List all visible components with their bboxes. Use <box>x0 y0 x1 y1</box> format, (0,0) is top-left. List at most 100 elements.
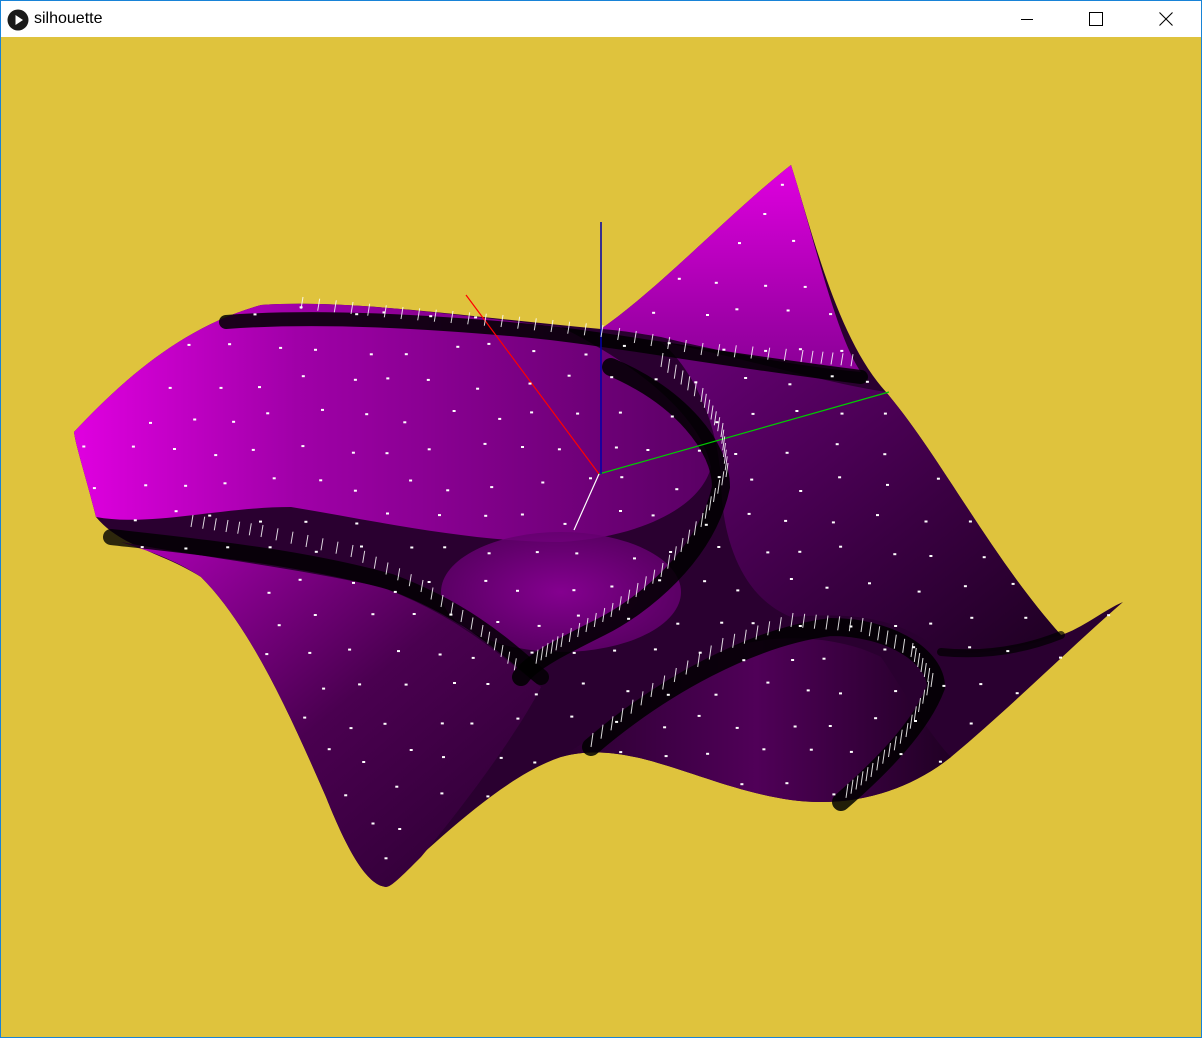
normal-marker <box>427 448 431 451</box>
normal-marker <box>516 589 519 592</box>
normal-marker <box>476 387 480 390</box>
normal-marker <box>426 378 430 381</box>
normal-marker <box>446 489 450 492</box>
normal-marker <box>365 413 369 416</box>
processing-app-icon <box>7 9 29 31</box>
normal-marker <box>496 621 500 623</box>
normal-marker <box>193 418 197 421</box>
app-window: silhouette <box>0 0 1202 1038</box>
normal-marker <box>627 617 631 620</box>
normal-marker <box>942 684 946 687</box>
normal-marker <box>168 386 172 389</box>
normal-marker <box>936 477 940 480</box>
normal-marker <box>610 376 614 379</box>
normal-marker <box>784 519 788 522</box>
normal-marker <box>232 420 236 423</box>
normal-marker <box>786 309 790 312</box>
normal-marker <box>677 277 681 280</box>
normal-marker <box>251 448 255 451</box>
normal-marker <box>438 514 441 517</box>
normal-marker <box>314 348 317 351</box>
normal-marker <box>751 622 755 625</box>
normal-marker <box>883 453 887 456</box>
normal-marker <box>348 648 352 651</box>
normal-marker <box>259 520 262 523</box>
normal-marker <box>780 183 784 186</box>
normal-marker <box>486 683 490 685</box>
surface-render <box>74 165 1123 887</box>
normal-marker <box>717 546 721 548</box>
normal-marker <box>452 410 456 412</box>
normal-marker <box>849 750 853 753</box>
normal-marker <box>618 411 622 414</box>
normal-marker <box>440 722 444 725</box>
normal-marker <box>298 578 302 581</box>
normal-marker <box>344 794 348 797</box>
normal-marker <box>395 785 399 788</box>
normal-marker <box>714 281 718 284</box>
normal-marker <box>385 452 389 455</box>
normal-marker <box>140 546 144 549</box>
normal-marker <box>764 349 768 352</box>
normal-marker <box>474 316 478 319</box>
normal-marker <box>883 412 887 415</box>
normal-marker <box>487 342 491 345</box>
normal-marker <box>750 478 754 481</box>
normal-marker <box>358 683 362 686</box>
minimize-button[interactable] <box>1004 1 1050 37</box>
window-title: silhouette <box>34 10 103 27</box>
normal-marker <box>149 421 152 424</box>
maximize-button[interactable] <box>1073 1 1119 37</box>
normal-marker <box>806 689 810 692</box>
normal-marker <box>267 591 271 594</box>
normal-marker <box>589 477 592 480</box>
normal-marker <box>865 380 869 383</box>
normal-marker <box>133 519 137 522</box>
normal-marker <box>456 345 460 348</box>
close-button[interactable] <box>1143 1 1189 37</box>
normal-marker <box>530 411 534 414</box>
normal-marker <box>82 445 86 448</box>
normal-marker <box>828 725 832 727</box>
normal-marker <box>735 726 739 729</box>
normal-marker <box>355 313 359 316</box>
normal-marker <box>883 648 887 651</box>
normal-marker <box>268 546 272 549</box>
normal-marker <box>321 408 324 411</box>
normal-marker <box>830 375 834 378</box>
normal-marker <box>557 448 561 451</box>
normal-marker <box>327 748 331 751</box>
normal-marker <box>714 693 718 696</box>
normal-marker <box>403 421 407 424</box>
normal-marker <box>938 760 942 763</box>
normal-marker <box>886 483 889 486</box>
normal-marker <box>703 580 707 583</box>
normal-marker <box>653 648 657 651</box>
normal-marker <box>839 692 842 695</box>
normal-marker <box>173 448 176 450</box>
normal-marker <box>308 651 312 654</box>
normal-marker <box>427 581 431 583</box>
normal-marker <box>301 375 305 378</box>
normal-marker <box>369 353 373 356</box>
normal-marker <box>353 489 357 492</box>
normal-marker <box>362 761 366 763</box>
normal-marker <box>1024 616 1028 619</box>
normal-marker <box>789 578 793 580</box>
normal-marker <box>453 682 456 684</box>
normal-marker <box>534 693 538 696</box>
title-bar[interactable]: silhouette <box>1 1 1201 37</box>
normal-marker <box>839 545 843 548</box>
normal-marker <box>303 716 307 719</box>
normal-marker <box>499 756 503 759</box>
normal-marker <box>614 446 618 449</box>
normal-marker <box>613 649 617 652</box>
normal-marker <box>969 722 973 725</box>
normal-marker <box>619 510 622 512</box>
normal-marker <box>868 582 871 585</box>
normal-marker <box>563 522 567 525</box>
normal-marker <box>412 613 416 615</box>
render-canvas[interactable] <box>1 37 1201 1037</box>
normal-marker <box>610 585 614 588</box>
normal-marker <box>795 410 799 412</box>
